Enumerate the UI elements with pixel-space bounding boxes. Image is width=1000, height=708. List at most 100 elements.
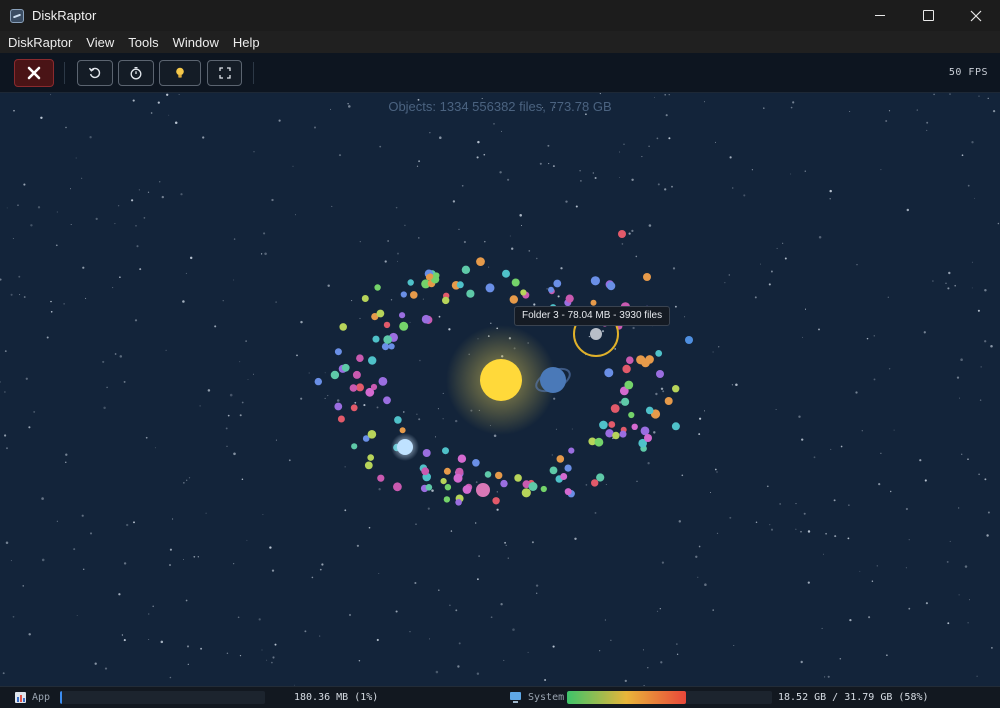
folder-planet[interactable] <box>645 406 654 415</box>
folder-planet[interactable] <box>334 402 343 411</box>
folder-planet[interactable] <box>349 384 358 392</box>
folder-planet[interactable] <box>399 321 409 331</box>
folder-planet[interactable] <box>619 430 627 438</box>
folder-planet[interactable] <box>374 284 381 291</box>
folder-planet[interactable] <box>492 497 500 505</box>
folder-planet[interactable] <box>442 296 450 305</box>
folder-planet[interactable] <box>427 273 434 280</box>
folder-planet[interactable] <box>520 289 527 296</box>
refresh-button[interactable] <box>77 60 113 86</box>
folder-planet[interactable] <box>368 356 377 365</box>
folder-planet[interactable] <box>364 461 373 470</box>
folder-planet[interactable] <box>502 269 510 278</box>
folder-planet[interactable] <box>564 488 572 496</box>
folder-planet[interactable] <box>560 473 568 480</box>
folder-planet[interactable] <box>476 257 485 266</box>
folder-planet[interactable] <box>383 335 393 344</box>
folder-planet[interactable] <box>564 464 572 472</box>
folder-planet[interactable] <box>367 430 377 439</box>
folder-planet[interactable] <box>461 265 471 274</box>
folder-planet[interactable] <box>422 449 431 457</box>
folder-planet[interactable] <box>456 281 464 289</box>
folder-planet[interactable] <box>672 385 680 393</box>
folder-planet[interactable] <box>640 426 650 436</box>
folder-planet[interactable] <box>472 459 480 467</box>
folder-planet[interactable] <box>399 312 406 319</box>
folder-planet[interactable] <box>540 485 547 493</box>
minimize-button[interactable] <box>856 0 904 31</box>
folder-planet[interactable] <box>376 309 385 318</box>
folder-planet[interactable] <box>484 471 492 478</box>
folder-planet[interactable] <box>645 355 654 364</box>
folder-planet[interactable] <box>330 370 340 380</box>
folder-planet[interactable] <box>356 383 364 392</box>
folder-planet[interactable] <box>621 397 630 406</box>
folder-planet[interactable] <box>549 466 558 475</box>
folder-planet[interactable] <box>565 294 574 303</box>
folder-planet[interactable] <box>356 354 364 363</box>
folder-planet[interactable] <box>514 474 522 482</box>
folder-planet[interactable] <box>590 276 601 286</box>
folder-planet[interactable] <box>644 434 652 442</box>
folder-planet[interactable] <box>399 427 406 434</box>
folder-planet[interactable] <box>421 467 430 476</box>
folder-planet[interactable] <box>337 415 345 423</box>
folder-planet[interactable] <box>685 336 693 344</box>
timer-button[interactable] <box>118 60 154 86</box>
folder-planet[interactable] <box>553 279 562 288</box>
folder-planet[interactable] <box>443 467 451 475</box>
folder-planet[interactable] <box>466 289 475 298</box>
folder-planet[interactable] <box>556 455 565 463</box>
folder-planet[interactable] <box>599 420 608 430</box>
close-window-button[interactable] <box>952 0 1000 31</box>
folder-planet[interactable] <box>636 355 646 365</box>
folder-planet[interactable] <box>444 484 452 491</box>
folder-planet[interactable] <box>352 370 361 379</box>
folder-planet[interactable] <box>378 377 388 386</box>
folder-planet[interactable] <box>500 479 508 488</box>
folder-planet[interactable] <box>372 335 380 343</box>
folder-planet[interactable] <box>370 383 378 391</box>
folder-planet[interactable] <box>612 431 620 440</box>
folder-planet[interactable] <box>495 471 503 480</box>
planet-blue[interactable] <box>397 439 413 455</box>
folder-planet[interactable] <box>671 422 680 431</box>
folder-planet[interactable] <box>421 314 431 324</box>
folder-planet[interactable] <box>443 496 451 503</box>
folder-planet[interactable] <box>334 348 342 356</box>
folder-planet[interactable] <box>594 437 604 447</box>
planet-selected[interactable] <box>590 328 602 340</box>
folder-planet[interactable] <box>622 364 631 374</box>
folder-planet[interactable] <box>631 423 638 430</box>
folder-planet[interactable] <box>511 278 520 287</box>
folder-planet[interactable] <box>455 499 462 506</box>
folder-planet[interactable] <box>664 397 673 405</box>
folder-planet[interactable] <box>388 343 395 350</box>
folder-planet[interactable] <box>351 443 358 450</box>
folder-planet[interactable] <box>381 343 390 351</box>
folder-planet[interactable] <box>509 295 518 304</box>
galaxy-scene[interactable] <box>0 93 1000 686</box>
folder-planet[interactable] <box>521 488 531 498</box>
folder-planet[interactable] <box>383 321 391 329</box>
folder-planet[interactable] <box>367 454 375 461</box>
folder-planet[interactable] <box>394 416 402 424</box>
folder-planet[interactable] <box>655 350 663 357</box>
folder-planet[interactable] <box>341 363 350 372</box>
menu-tools[interactable]: Tools <box>128 35 158 50</box>
folder-planet[interactable] <box>393 482 402 492</box>
folder-planet[interactable] <box>626 356 634 365</box>
folder-planet[interactable] <box>400 291 407 298</box>
folder-planet[interactable] <box>591 479 599 487</box>
folder-planet[interactable] <box>377 474 385 482</box>
planet-ringed[interactable] <box>540 367 566 393</box>
folder-planet[interactable] <box>548 286 554 293</box>
folder-planet[interactable] <box>407 279 414 286</box>
folder-planet[interactable] <box>314 377 322 386</box>
folder-planet[interactable] <box>624 380 634 390</box>
root-sun[interactable] <box>480 359 522 401</box>
folder-planet[interactable] <box>339 323 348 331</box>
planet-pink[interactable] <box>476 483 490 497</box>
menu-view[interactable]: View <box>86 35 114 50</box>
folder-planet[interactable] <box>462 485 472 494</box>
